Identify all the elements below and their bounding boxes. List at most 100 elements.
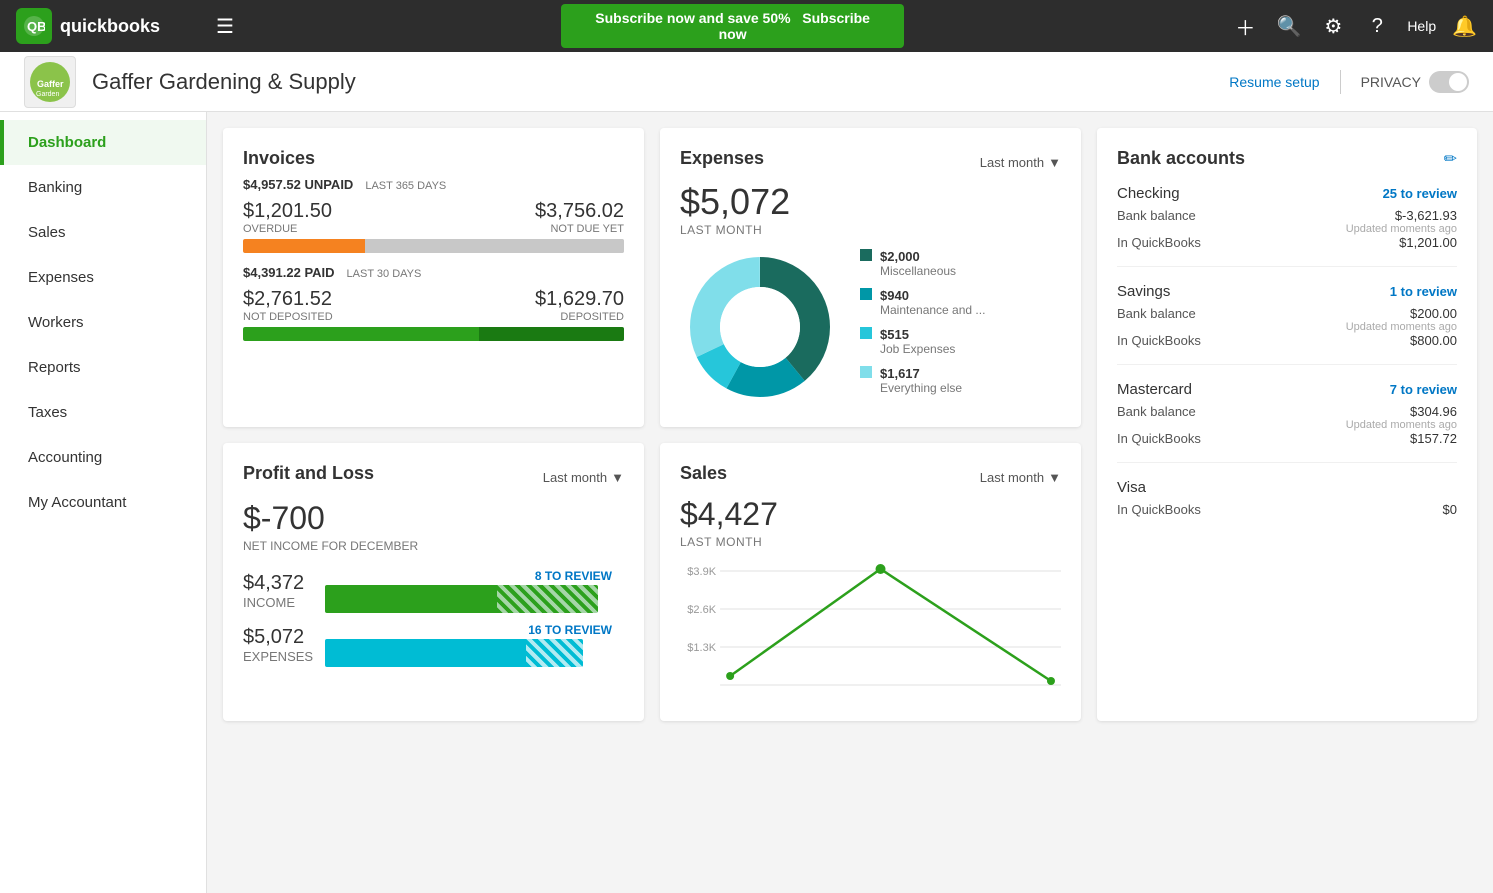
bank-checking-qb-balance: $1,201.00: [1399, 235, 1457, 250]
sidebar-item-my-accountant[interactable]: My Accountant: [0, 480, 206, 525]
bank-mastercard-balance-row: Bank balance $304.96 Updated moments ago: [1117, 404, 1457, 431]
bar-gray-segment: [365, 239, 624, 253]
pl-income-review[interactable]: 8 TO REVIEW: [325, 569, 612, 583]
legend-color-2: [860, 327, 872, 339]
expenses-period-dropdown[interactable]: Last month ▼: [980, 155, 1061, 170]
bank-savings-balance-label: Bank balance: [1117, 306, 1196, 333]
pl-expenses-row: $5,072 EXPENSES 16 TO REVIEW: [243, 623, 624, 667]
pl-title: Profit and Loss: [243, 463, 374, 484]
pl-income-bar-stripe: [497, 585, 597, 613]
expenses-body: $2,000 Miscellaneous $940 Maintenance an…: [680, 247, 1061, 407]
invoices-deposited-bar: [243, 327, 624, 341]
invoices-overdue-left: $1,201.50 OVERDUE: [243, 200, 332, 235]
expenses-dropdown-icon: ▼: [1048, 155, 1061, 170]
invoices-title: Invoices: [243, 148, 624, 169]
invoices-overdue-label: OVERDUE: [243, 223, 332, 235]
sidebar-item-dashboard[interactable]: Dashboard: [0, 120, 206, 165]
sidebar-item-banking[interactable]: Banking: [0, 165, 206, 210]
bank-account-visa: Visa In QuickBooks $0: [1117, 479, 1457, 533]
search-icon[interactable]: 🔍: [1275, 12, 1303, 40]
sales-chart-dot-1: [876, 564, 886, 574]
pl-period-dropdown[interactable]: Last month ▼: [543, 470, 624, 485]
bank-savings-review[interactable]: 1 to review: [1390, 284, 1457, 299]
sales-chart: $3.9K $2.6K $1.3K: [680, 561, 1061, 701]
bank-savings-qb-row: In QuickBooks $800.00: [1117, 333, 1457, 348]
sidebar-item-reports[interactable]: Reports: [0, 345, 206, 390]
bank-mastercard-bank-balance: $304.96: [1346, 404, 1457, 419]
pl-expenses-amount: $5,072: [243, 626, 313, 649]
expenses-big-label: LAST MONTH: [680, 223, 1061, 237]
legend-item-0: $2,000 Miscellaneous: [860, 249, 1061, 278]
expenses-legend: $2,000 Miscellaneous $940 Maintenance an…: [860, 249, 1061, 405]
svg-text:$2.6K: $2.6K: [687, 604, 716, 616]
quickbooks-logo-text: quickbooks: [60, 16, 160, 37]
sales-chart-dot-2: [1047, 677, 1055, 685]
pl-income-bar-area: 8 TO REVIEW: [325, 569, 612, 613]
sales-card: Sales Last month ▼ $4,427 LAST MONTH $3.…: [660, 443, 1081, 721]
bank-savings-bank-balance: $200.00: [1346, 306, 1457, 321]
hamburger-menu-icon[interactable]: ☰: [216, 14, 234, 39]
invoices-paid-amount: $4,391.22 PAID: [243, 265, 335, 280]
sales-header: Sales Last month ▼: [680, 463, 1061, 492]
sidebar-item-sales[interactable]: Sales: [0, 210, 206, 255]
pl-expenses-review[interactable]: 16 TO REVIEW: [325, 623, 612, 637]
bank-mastercard-review[interactable]: 7 to review: [1390, 382, 1457, 397]
top-navigation: QB quickbooks ☰ Subscribe now and save 5…: [0, 0, 1493, 52]
pl-income-amount: $4,372: [243, 572, 313, 595]
expenses-period-label: Last month: [980, 155, 1044, 170]
sidebar-item-accounting[interactable]: Accounting: [0, 435, 206, 480]
bank-mastercard-qb-row: In QuickBooks $157.72: [1117, 431, 1457, 446]
pl-expenses-bar: [325, 639, 612, 667]
invoices-overdue-row: $1,201.50 OVERDUE $3,756.02 NOT DUE YET: [243, 200, 624, 235]
pl-period-label: Last month: [543, 470, 607, 485]
bank-savings-qb-label: In QuickBooks: [1117, 333, 1201, 348]
promo-text: Subscribe now and save 50%: [595, 10, 790, 26]
main-layout: Dashboard Banking Sales Expenses Workers…: [0, 112, 1493, 893]
bank-visa-qb-label: In QuickBooks: [1117, 502, 1201, 517]
invoices-card: Invoices $4,957.52 UNPAID LAST 365 DAYS …: [223, 128, 644, 427]
bank-savings-header: Savings 1 to review: [1117, 283, 1457, 300]
pl-income-label: INCOME: [243, 595, 313, 610]
bar-green-segment: [243, 327, 479, 341]
pl-income-bar: [325, 585, 612, 613]
privacy-toggle[interactable]: [1429, 71, 1469, 93]
bank-checking-review[interactable]: 25 to review: [1383, 186, 1457, 201]
sidebar-item-workers[interactable]: Workers: [0, 300, 206, 345]
header-divider: [1340, 70, 1341, 94]
add-icon[interactable]: ＋: [1231, 12, 1259, 40]
settings-icon[interactable]: ⚙: [1319, 12, 1347, 40]
resume-setup-link[interactable]: Resume setup: [1229, 74, 1319, 90]
invoices-not-due-amount: $3,756.02: [535, 200, 624, 223]
bank-visa-qb-row: In QuickBooks $0: [1117, 502, 1457, 517]
invoices-paid-period: LAST 30 DAYS: [347, 268, 422, 280]
header-right: Resume setup PRIVACY: [1229, 70, 1469, 94]
sales-dropdown-icon: ▼: [1048, 470, 1061, 485]
help-button[interactable]: Help: [1407, 18, 1436, 34]
notifications-icon[interactable]: 🔔: [1452, 14, 1477, 39]
pl-income-row: $4,372 INCOME 8 TO REVIEW: [243, 569, 624, 613]
legend-data-0: $2,000 Miscellaneous: [880, 249, 956, 278]
sidebar-item-expenses[interactable]: Expenses: [0, 255, 206, 300]
bank-accounts-edit-icon[interactable]: ✏: [1444, 149, 1457, 169]
sales-period-dropdown[interactable]: Last month ▼: [980, 470, 1061, 485]
pl-income-left: $4,372 INCOME: [243, 572, 313, 610]
pl-expenses-bar-stripe: [526, 639, 583, 667]
sidebar-item-taxes[interactable]: Taxes: [0, 390, 206, 435]
quickbooks-logo-icon: QB: [16, 8, 52, 44]
bank-checking-balance-row: Bank balance $-3,621.93 Updated moments …: [1117, 208, 1457, 235]
invoices-not-deposited: $2,761.52 NOT DEPOSITED: [243, 288, 333, 323]
legend-data-2: $515 Job Expenses: [880, 327, 955, 356]
bank-checking-qb-label: In QuickBooks: [1117, 235, 1201, 250]
help-label: Help: [1407, 18, 1436, 34]
invoices-not-deposited-label: NOT DEPOSITED: [243, 311, 333, 323]
legend-item-2: $515 Job Expenses: [860, 327, 1061, 356]
bank-checking-qb-row: In QuickBooks $1,201.00: [1117, 235, 1457, 250]
bank-mastercard-updated: Updated moments ago: [1346, 419, 1457, 431]
invoices-overdue-amount: $1,201.50: [243, 200, 332, 223]
pl-expenses-left: $5,072 EXPENSES: [243, 626, 313, 664]
help-circle-icon[interactable]: ?: [1363, 12, 1391, 40]
pl-header: Profit and Loss Last month ▼: [243, 463, 624, 492]
bank-mastercard-name: Mastercard: [1117, 381, 1192, 398]
legend-color-1: [860, 288, 872, 300]
company-logo-inner: Gaffer Garden: [30, 62, 70, 102]
